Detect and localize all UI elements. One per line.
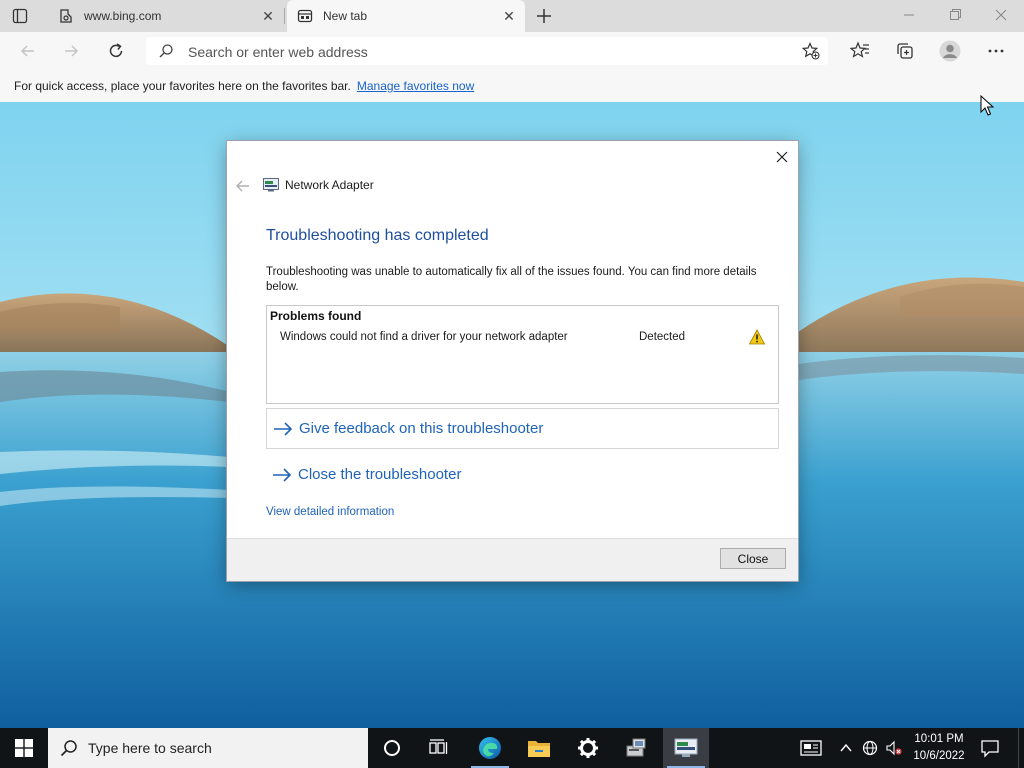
problem-status: Detected xyxy=(639,331,686,343)
cortana-button[interactable] xyxy=(369,728,415,768)
news-widget-icon[interactable] xyxy=(800,740,822,756)
profile-avatar-icon[interactable] xyxy=(939,40,961,62)
refresh-icon[interactable] xyxy=(107,42,125,60)
back-icon[interactable] xyxy=(19,42,37,60)
tab-label: www.bing.com xyxy=(84,9,162,23)
browser-toolbar xyxy=(0,32,1024,70)
windows-logo-icon xyxy=(15,739,33,757)
folder-icon xyxy=(528,741,550,757)
computer-device-icon xyxy=(626,738,646,757)
system-clock[interactable]: 10:01 PM 10/6/2022 xyxy=(906,731,972,765)
volume-muted-icon[interactable] xyxy=(886,740,902,756)
mouse-cursor-icon xyxy=(980,95,994,116)
tab-new-tab[interactable]: New tab ✕ xyxy=(287,0,525,32)
problems-header: Problems found xyxy=(270,309,362,323)
clock-time: 10:01 PM xyxy=(914,733,964,745)
close-tab-icon[interactable]: ✕ xyxy=(260,8,276,24)
dialog-footer: Close xyxy=(227,538,798,581)
bing-icon xyxy=(60,9,72,23)
taskbar: Type here to search 10:01 PM 10/6/2022 xyxy=(0,728,1024,768)
chevron-up-icon[interactable] xyxy=(838,740,854,756)
favorites-bar: For quick access, place your favorites h… xyxy=(0,70,1024,103)
cortana-icon xyxy=(384,740,400,756)
arrow-right-icon xyxy=(274,421,293,436)
app-name-label: Network Adapter xyxy=(285,178,374,192)
back-arrow-icon[interactable] xyxy=(235,179,251,193)
network-adapter-icon xyxy=(263,178,279,192)
search-icon xyxy=(159,44,173,58)
collections-icon[interactable] xyxy=(895,41,915,61)
close-troubleshooter-link[interactable]: Close the troubleshooter xyxy=(266,455,777,494)
add-favorite-icon[interactable] xyxy=(802,42,820,60)
new-tab-plus-icon[interactable] xyxy=(534,6,554,26)
browser-tab-bar: www.bing.com ✕ New tab ✕ xyxy=(0,0,1024,32)
edge-icon xyxy=(479,737,501,759)
dialog-title: Network Adapter xyxy=(263,178,374,192)
manage-favorites-link[interactable]: Manage favorites now xyxy=(357,79,474,93)
tab-actions-icon[interactable] xyxy=(12,8,28,24)
warning-icon xyxy=(749,329,765,345)
give-feedback-link[interactable]: Give feedback on this troubleshooter xyxy=(266,408,779,449)
restore-icon[interactable] xyxy=(944,6,966,24)
show-desktop-button[interactable] xyxy=(1018,728,1024,768)
task-view-icon xyxy=(429,739,448,754)
more-options-icon[interactable] xyxy=(986,41,1006,61)
close-button[interactable]: Close xyxy=(720,548,786,569)
favorites-icon[interactable] xyxy=(850,41,870,61)
problem-row[interactable]: Windows could not find a driver for your… xyxy=(280,329,775,347)
troubleshooter-taskbar-button[interactable] xyxy=(663,728,709,768)
view-detailed-information-link[interactable]: View detailed information xyxy=(266,506,394,518)
newtab-icon xyxy=(297,9,313,23)
network-globe-icon[interactable] xyxy=(862,740,878,756)
address-bar[interactable] xyxy=(146,37,828,65)
settings-taskbar-button[interactable] xyxy=(565,728,611,768)
tab-label: New tab xyxy=(323,9,368,23)
tab-divider xyxy=(284,8,285,24)
minimize-icon[interactable] xyxy=(898,6,920,24)
dialog-heading: Troubleshooting has completed xyxy=(266,227,489,244)
close-window-icon[interactable] xyxy=(990,6,1012,24)
gear-icon xyxy=(578,738,598,758)
search-icon xyxy=(60,740,77,757)
close-dialog-icon[interactable] xyxy=(774,149,790,165)
feedback-link-label: Give feedback on this troubleshooter xyxy=(299,420,544,437)
forward-icon[interactable] xyxy=(62,42,80,60)
dialog-description: Troubleshooting was unable to automatica… xyxy=(266,266,757,293)
favorites-bar-message: For quick access, place your favorites h… xyxy=(14,79,351,93)
arrow-right-icon xyxy=(273,467,292,482)
taskbar-search-box[interactable]: Type here to search xyxy=(48,728,368,768)
address-input[interactable] xyxy=(186,41,770,63)
notification-icon[interactable] xyxy=(980,738,1000,758)
problem-name: Windows could not find a driver for your… xyxy=(280,331,568,343)
close-tab-icon[interactable]: ✕ xyxy=(501,8,517,24)
problems-found-box: Problems found Windows could not find a … xyxy=(266,305,779,404)
start-button[interactable] xyxy=(0,728,48,768)
file-explorer-taskbar-button[interactable] xyxy=(516,728,562,768)
task-view-button[interactable] xyxy=(416,728,462,768)
tab-bing[interactable]: www.bing.com ✕ xyxy=(48,0,284,32)
edge-taskbar-button[interactable] xyxy=(467,728,513,768)
network-adapter-icon xyxy=(674,738,698,757)
taskbar-search-placeholder: Type here to search xyxy=(88,740,212,756)
clock-date: 10/6/2022 xyxy=(913,750,965,762)
close-link-label: Close the troubleshooter xyxy=(298,466,462,483)
device-manager-taskbar-button[interactable] xyxy=(614,728,660,768)
troubleshooter-dialog: Network Adapter Troubleshooting has comp… xyxy=(227,141,798,581)
